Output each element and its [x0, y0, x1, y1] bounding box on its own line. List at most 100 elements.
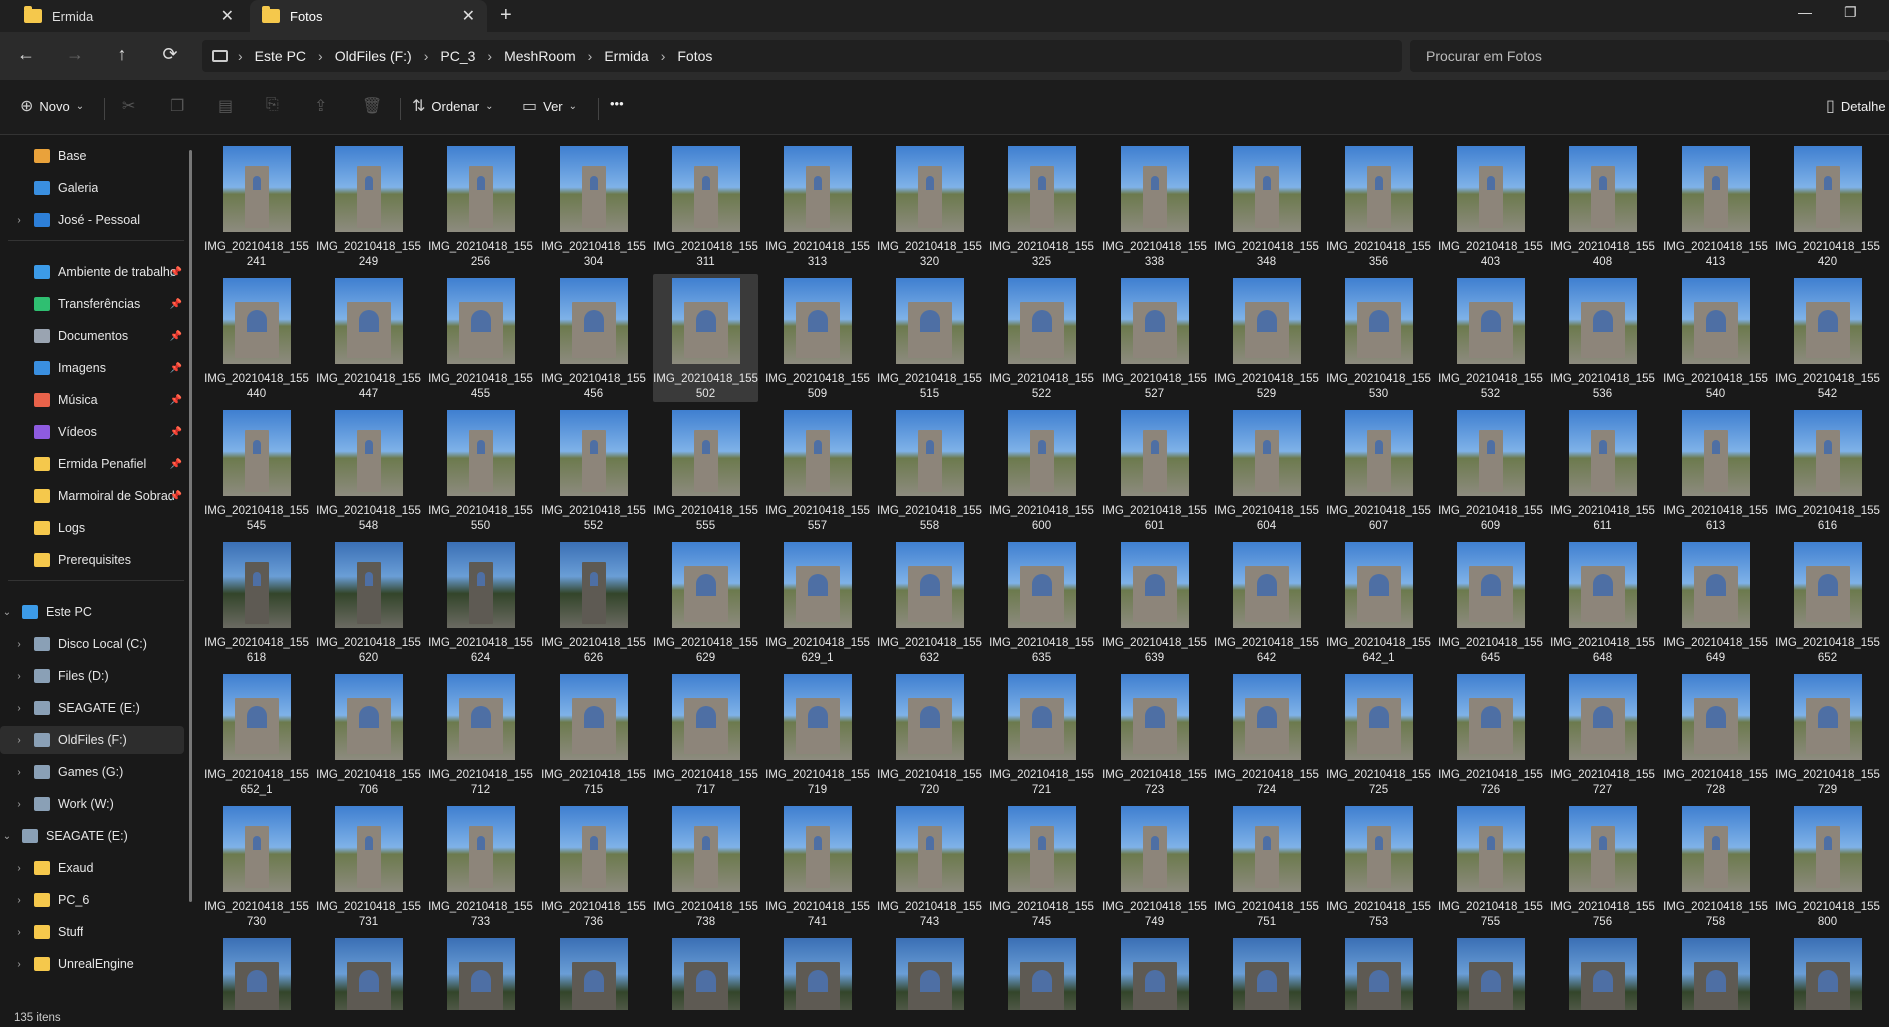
sidebar-item[interactable]: Imagens 📌 — [0, 354, 184, 382]
sidebar-item[interactable]: › Work (W:) — [0, 790, 184, 818]
file-item[interactable]: IMG_20210418_155620 — [316, 538, 421, 666]
file-item[interactable]: IMG_20210418_155725 — [1326, 670, 1431, 798]
file-item[interactable]: IMG_20210418_155652 — [1775, 538, 1880, 666]
cut-button[interactable]: ✂ — [122, 96, 135, 116]
chevron-right-icon[interactable]: › — [12, 863, 26, 874]
breadcrumb-item[interactable]: PC_3 — [432, 48, 483, 64]
file-item[interactable]: IMG_20210418_155515 — [877, 274, 982, 402]
file-item[interactable]: IMG_20210418_155629 — [653, 538, 758, 666]
file-item[interactable] — [428, 934, 533, 1010]
file-item[interactable] — [765, 934, 870, 1010]
sidebar-item[interactable]: Transferências 📌 — [0, 290, 184, 318]
sidebar-item[interactable]: › Games (G:) — [0, 758, 184, 786]
file-item[interactable]: IMG_20210418_155624 — [428, 538, 533, 666]
sidebar-item[interactable]: › PC_6 — [0, 886, 184, 914]
file-item[interactable]: IMG_20210418_155420 — [1775, 142, 1880, 270]
forward-button[interactable]: → — [63, 44, 87, 65]
chevron-right-icon[interactable]: › — [420, 48, 433, 64]
file-item[interactable]: IMG_20210418_155509 — [765, 274, 870, 402]
sidebar-item[interactable]: › José - Pessoal — [0, 206, 184, 234]
file-item[interactable]: IMG_20210418_155717 — [653, 670, 758, 798]
sidebar-item[interactable]: Galeria — [0, 174, 184, 202]
file-item[interactable]: IMG_20210418_155413 — [1663, 142, 1768, 270]
chevron-right-icon[interactable]: › — [657, 48, 670, 64]
sidebar-item[interactable]: › SEAGATE (E:) — [0, 694, 184, 722]
chevron-right-icon[interactable]: › — [314, 48, 327, 64]
file-item[interactable]: IMG_20210418_155712 — [428, 670, 533, 798]
tab-fotos[interactable]: Fotos ✕ — [250, 0, 487, 32]
file-item[interactable]: IMG_20210418_155706 — [316, 670, 421, 798]
file-item[interactable]: IMG_20210418_155542 — [1775, 274, 1880, 402]
file-item[interactable]: IMG_20210418_155311 — [653, 142, 758, 270]
sidebar-item[interactable]: › Files (D:) — [0, 662, 184, 690]
back-button[interactable]: ← — [14, 44, 38, 65]
breadcrumb-item[interactable]: Este PC — [247, 48, 314, 64]
file-item[interactable]: IMG_20210418_155728 — [1663, 670, 1768, 798]
chevron-right-icon[interactable]: › — [483, 48, 496, 64]
breadcrumb-item[interactable]: MeshRoom — [496, 48, 584, 64]
file-item[interactable]: IMG_20210418_155540 — [1663, 274, 1768, 402]
file-item[interactable] — [653, 934, 758, 1010]
file-item[interactable]: IMG_20210418_155729 — [1775, 670, 1880, 798]
sidebar-item[interactable]: ⌄ SEAGATE (E:) — [0, 822, 184, 850]
breadcrumb-item[interactable]: Fotos — [669, 48, 720, 64]
file-item[interactable]: IMG_20210418_155536 — [1550, 274, 1655, 402]
chevron-right-icon[interactable]: › — [12, 799, 26, 810]
file-item[interactable]: IMG_20210418_155440 — [204, 274, 309, 402]
file-item[interactable]: IMG_20210418_155731 — [316, 802, 421, 930]
file-item[interactable] — [1663, 934, 1768, 1010]
file-item[interactable]: IMG_20210418_155726 — [1438, 670, 1543, 798]
file-item[interactable]: IMG_20210418_155800 — [1775, 802, 1880, 930]
chevron-right-icon[interactable]: › — [12, 703, 26, 714]
file-item[interactable]: IMG_20210418_155320 — [877, 142, 982, 270]
close-tab-icon[interactable]: ✕ — [221, 6, 234, 26]
file-item[interactable]: IMG_20210418_155632 — [877, 538, 982, 666]
file-item[interactable]: IMG_20210418_155626 — [541, 538, 646, 666]
file-item[interactable]: IMG_20210418_155645 — [1438, 538, 1543, 666]
file-item[interactable]: IMG_20210418_155611 — [1550, 406, 1655, 534]
file-item[interactable]: IMG_20210418_155552 — [541, 406, 646, 534]
file-item[interactable] — [1438, 934, 1543, 1010]
file-item[interactable]: IMG_20210418_155753 — [1326, 802, 1431, 930]
file-item[interactable]: IMG_20210418_155741 — [765, 802, 870, 930]
new-tab-button[interactable]: + — [500, 4, 512, 27]
file-item[interactable]: IMG_20210418_155715 — [541, 670, 646, 798]
search-input[interactable]: Procurar em Fotos — [1410, 40, 1889, 72]
file-item[interactable]: IMG_20210418_155555 — [653, 406, 758, 534]
file-item[interactable] — [1102, 934, 1207, 1010]
file-item[interactable]: IMG_20210418_155530 — [1326, 274, 1431, 402]
file-item[interactable]: IMG_20210418_155313 — [765, 142, 870, 270]
file-item[interactable]: IMG_20210418_155532 — [1438, 274, 1543, 402]
file-item[interactable]: IMG_20210418_155720 — [877, 670, 982, 798]
file-item[interactable] — [1550, 934, 1655, 1010]
sidebar-item[interactable]: ⌄ Este PC — [0, 598, 184, 626]
new-button[interactable]: ⊕ Novo ⌄ — [20, 96, 84, 116]
file-item[interactable]: IMG_20210418_155642_1 — [1326, 538, 1431, 666]
file-item[interactable]: IMG_20210418_155550 — [428, 406, 533, 534]
file-item[interactable] — [1214, 934, 1319, 1010]
sidebar-item[interactable]: Ermida Penafiel 📌 — [0, 450, 184, 478]
file-item[interactable]: IMG_20210418_155325 — [989, 142, 1094, 270]
file-item[interactable]: IMG_20210418_155304 — [541, 142, 646, 270]
file-item[interactable]: IMG_20210418_155749 — [1102, 802, 1207, 930]
file-item[interactable]: IMG_20210418_155639 — [1102, 538, 1207, 666]
file-item[interactable]: IMG_20210418_155721 — [989, 670, 1094, 798]
file-item[interactable]: IMG_20210418_155338 — [1102, 142, 1207, 270]
file-item[interactable]: IMG_20210418_155356 — [1326, 142, 1431, 270]
chevron-right-icon[interactable]: › — [12, 735, 26, 746]
file-item[interactable]: IMG_20210418_155652_1 — [204, 670, 309, 798]
file-item[interactable]: IMG_20210418_155607 — [1326, 406, 1431, 534]
chevron-right-icon[interactable]: › — [12, 895, 26, 906]
chevron-right-icon[interactable]: › — [12, 215, 26, 226]
chevron-right-icon[interactable]: › — [12, 767, 26, 778]
file-item[interactable]: IMG_20210418_155548 — [316, 406, 421, 534]
sidebar-item[interactable]: Documentos 📌 — [0, 322, 184, 350]
delete-button[interactable]: 🗑 — [362, 96, 382, 116]
file-item[interactable]: IMG_20210418_155558 — [877, 406, 982, 534]
chevron-right-icon[interactable]: › — [12, 927, 26, 938]
rename-button[interactable]: ⎘ — [266, 96, 279, 114]
file-item[interactable]: IMG_20210418_155618 — [204, 538, 309, 666]
file-item[interactable]: IMG_20210418_155403 — [1438, 142, 1543, 270]
chevron-right-icon[interactable]: › — [234, 48, 247, 64]
chevron-right-icon[interactable]: › — [12, 639, 26, 650]
